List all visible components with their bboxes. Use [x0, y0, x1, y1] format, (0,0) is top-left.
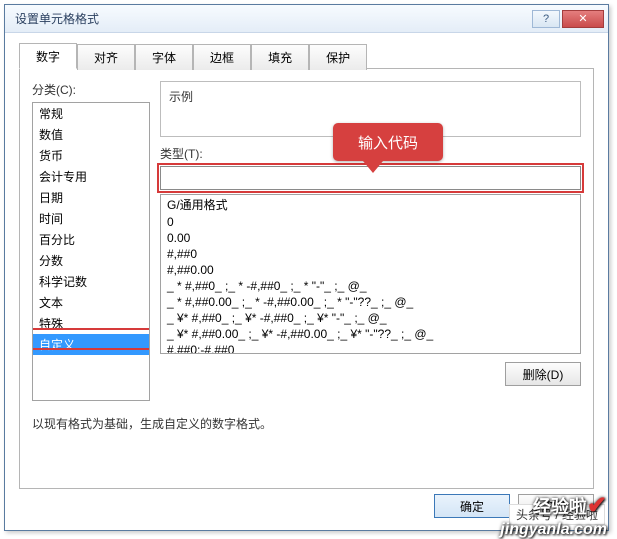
button-label: 删除(D): [523, 366, 564, 383]
annotation-callout: 输入代码: [333, 123, 443, 161]
category-item-fraction[interactable]: 分数: [33, 250, 149, 271]
category-item-general[interactable]: 常规: [33, 103, 149, 124]
category-item-currency[interactable]: 货币: [33, 145, 149, 166]
format-listbox[interactable]: G/通用格式 0 0.00 #,##0 #,##0.00 _ * #,##0_ …: [160, 194, 581, 354]
tab-label: 字体: [152, 49, 176, 66]
tab-protect[interactable]: 保护: [309, 44, 367, 70]
cancel-button[interactable]: 取消: [518, 494, 594, 518]
dialog-buttons: 确定 取消: [434, 494, 594, 518]
format-item[interactable]: _ * #,##0.00_ ;_ * -#,##0.00_ ;_ * "-"??…: [161, 294, 580, 310]
titlebar: 设置单元格格式 ? ✕: [5, 5, 608, 33]
category-item-text[interactable]: 文本: [33, 292, 149, 313]
dialog-window: 设置单元格格式 ? ✕ 数字 对齐 字体 边框 填充 保护 分类(C): 常规 …: [4, 4, 609, 531]
format-item[interactable]: _ * #,##0_ ;_ * -#,##0_ ;_ * "-"_ ;_ @_: [161, 278, 580, 294]
panel-layout: 分类(C): 常规 数值 货币 会计专用 日期 时间 百分比 分数 科学记数 文…: [32, 81, 581, 401]
delete-button[interactable]: 删除(D): [505, 362, 581, 386]
client-area: 数字 对齐 字体 边框 填充 保护 分类(C): 常规 数值 货币 会计专用 日…: [5, 33, 608, 530]
tab-align[interactable]: 对齐: [77, 44, 135, 70]
category-item-percent[interactable]: 百分比: [33, 229, 149, 250]
window-buttons: ? ✕: [532, 10, 608, 28]
category-listbox[interactable]: 常规 数值 货币 会计专用 日期 时间 百分比 分数 科学记数 文本 特殊 自定…: [32, 102, 150, 401]
category-item-special[interactable]: 特殊: [33, 313, 149, 334]
tab-label: 对齐: [94, 49, 118, 66]
button-label: 取消: [544, 498, 568, 515]
category-item-custom[interactable]: 自定义: [33, 334, 149, 355]
tab-label: 填充: [268, 49, 292, 66]
format-item[interactable]: 0.00: [161, 230, 580, 246]
tab-border[interactable]: 边框: [193, 44, 251, 70]
tab-number[interactable]: 数字: [19, 43, 77, 69]
tab-font[interactable]: 字体: [135, 44, 193, 70]
help-button[interactable]: ?: [532, 10, 560, 28]
tab-label: 边框: [210, 49, 234, 66]
hint-text: 以现有格式为基础，生成自定义的数字格式。: [32, 415, 272, 432]
format-item[interactable]: #,##0: [161, 246, 580, 262]
category-item-accounting[interactable]: 会计专用: [33, 166, 149, 187]
category-column: 分类(C): 常规 数值 货币 会计专用 日期 时间 百分比 分数 科学记数 文…: [32, 81, 150, 401]
tab-label: 数字: [36, 48, 60, 65]
category-item-time[interactable]: 时间: [33, 208, 149, 229]
category-item-scientific[interactable]: 科学记数: [33, 271, 149, 292]
category-item-date[interactable]: 日期: [33, 187, 149, 208]
close-icon: ✕: [578, 12, 587, 25]
close-button[interactable]: ✕: [562, 10, 604, 28]
ok-button[interactable]: 确定: [434, 494, 510, 518]
format-item[interactable]: 0: [161, 214, 580, 230]
tab-fill[interactable]: 填充: [251, 44, 309, 70]
category-item-number[interactable]: 数值: [33, 124, 149, 145]
tab-panel-number: 分类(C): 常规 数值 货币 会计专用 日期 时间 百分比 分数 科学记数 文…: [19, 69, 594, 489]
format-item[interactable]: #,##0.00: [161, 262, 580, 278]
category-label: 分类(C):: [32, 81, 150, 98]
callout-text: 输入代码: [358, 132, 418, 153]
button-label: 确定: [460, 498, 484, 515]
format-button-row: 删除(D): [160, 362, 581, 386]
format-item[interactable]: _ ¥* #,##0.00_ ;_ ¥* -#,##0.00_ ;_ ¥* "-…: [161, 326, 580, 342]
format-item[interactable]: #,##0;-#,##0: [161, 342, 580, 354]
sample-label: 示例: [169, 88, 572, 105]
format-item[interactable]: _ ¥* #,##0_ ;_ ¥* -#,##0_ ;_ ¥* "-"_ ;_ …: [161, 310, 580, 326]
tab-label: 保护: [326, 49, 350, 66]
help-icon: ?: [543, 13, 549, 25]
window-title: 设置单元格格式: [15, 10, 532, 27]
format-item[interactable]: G/通用格式: [161, 195, 580, 214]
tab-strip: 数字 对齐 字体 边框 填充 保护: [19, 43, 594, 69]
